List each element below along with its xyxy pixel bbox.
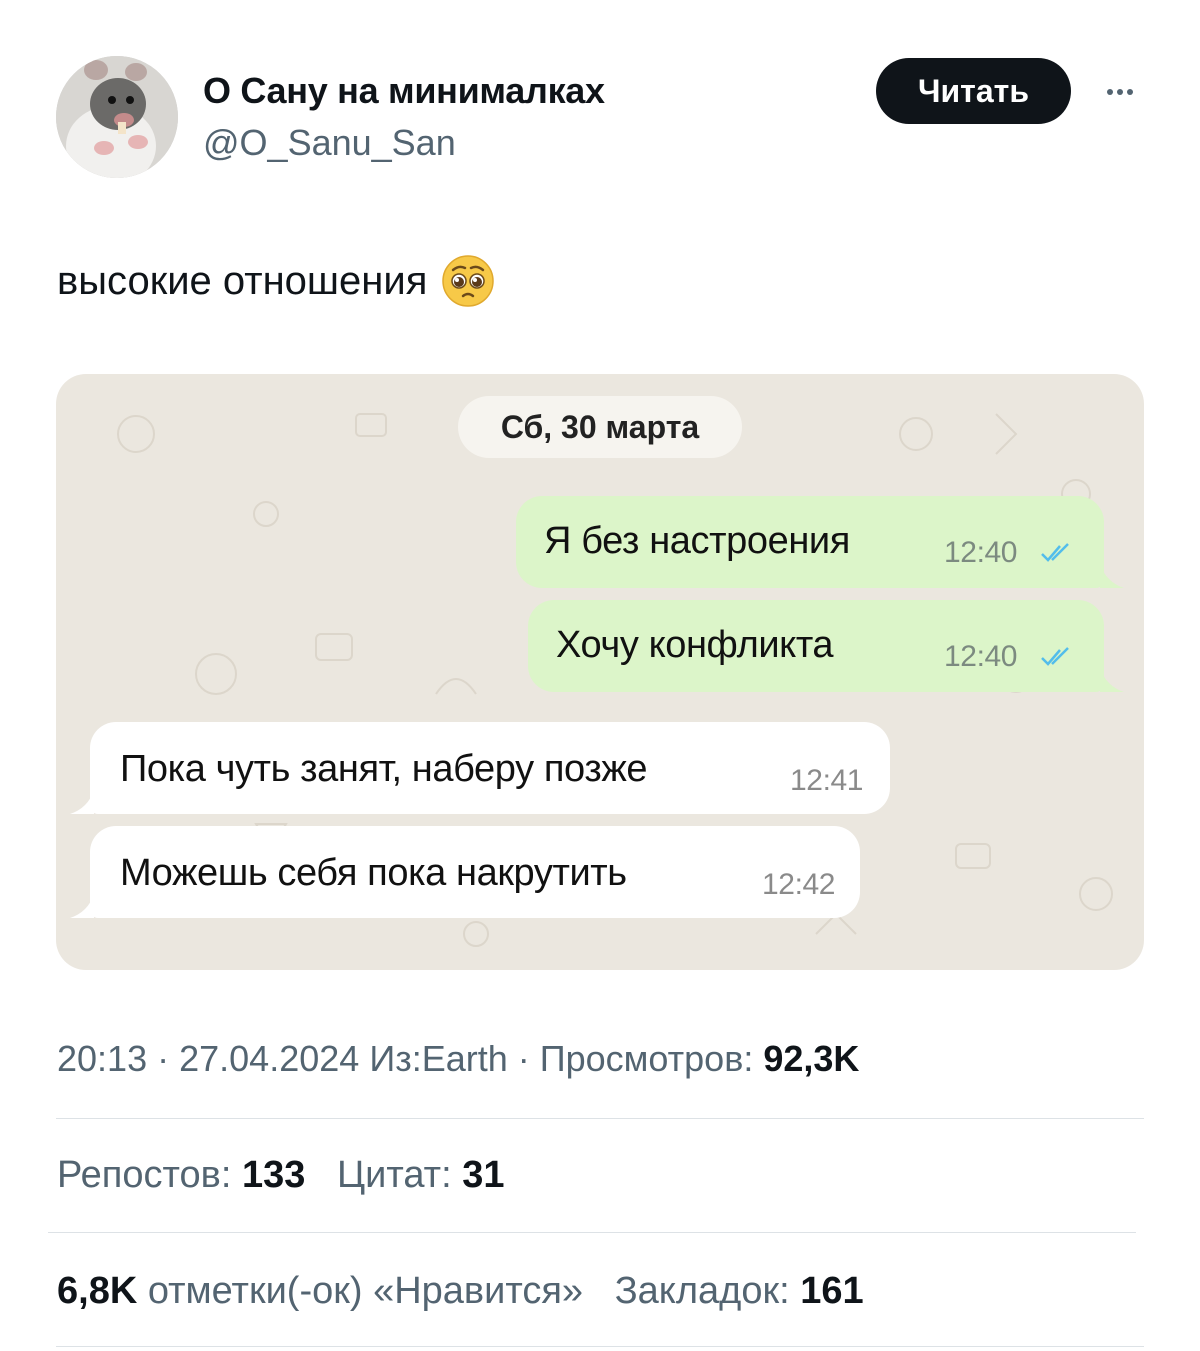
message-time: 12:40 (944, 640, 1018, 673)
bubble-tail (70, 894, 94, 918)
message-text: Хочу конфликта (556, 624, 834, 666)
pleading-face-emoji-icon (442, 255, 495, 307)
more-options-icon[interactable] (1096, 74, 1144, 110)
tweet-metadata: 20:13 · 27.04.2024 Из:Earth · Просмотров… (57, 1038, 859, 1080)
message-time: 12:40 (944, 536, 1018, 569)
reposts-value: 133 (241, 1154, 306, 1196)
dot (1127, 89, 1133, 95)
quotes-value: 31 (462, 1154, 505, 1196)
tweet-time[interactable]: 20:13 (57, 1038, 147, 1079)
likes-bookmarks-stats: 6,8K отметки(-ок) «Нравится» Закладок: 1… (57, 1270, 864, 1313)
outgoing-message: Я без настроения 12:40 (516, 496, 1104, 588)
divider (56, 1118, 1144, 1119)
divider (48, 1232, 1136, 1233)
outgoing-message: Хочу конфликта 12:40 (528, 600, 1104, 692)
likes-label: отметки(-ок) «Нравится» (147, 1270, 584, 1312)
author-avatar[interactable] (56, 56, 178, 178)
bookmarks-stat[interactable]: Закладок: 161 (615, 1270, 864, 1312)
dot (1117, 89, 1123, 95)
author-handle[interactable]: @O_Sanu_San (203, 122, 456, 164)
views-value: 92,3K (763, 1038, 860, 1079)
message-text: Я без настроения (544, 520, 850, 562)
message-text: Можешь себя пока накрутить (120, 852, 627, 894)
tweet-date[interactable]: 27.04.2024 (179, 1038, 359, 1079)
tweet-text-content: высокие отношения (57, 258, 428, 303)
bookmarks-value: 161 (800, 1270, 864, 1312)
likes-value: 6,8K (57, 1270, 138, 1312)
dot (1107, 89, 1113, 95)
chat-date-chip: Сб, 30 марта (458, 396, 742, 458)
likes-stat[interactable]: 6,8K отметки(-ок) «Нравится» (57, 1270, 594, 1312)
tweet-source: Из:Earth (369, 1038, 508, 1079)
double-check-icon (1041, 543, 1069, 562)
message-text: Пока чуть занят, наберу позже (120, 748, 648, 790)
message-time: 12:42 (762, 868, 836, 901)
bubble-tail (1100, 564, 1124, 588)
double-check-icon (1041, 647, 1069, 666)
reposts-stat[interactable]: Репостов: 133 (57, 1154, 316, 1196)
tweet-header: О Сану на минималках @O_Sanu_San Читать (0, 0, 1200, 200)
separator: · (517, 1038, 540, 1079)
tweet-text: высокие отношения (57, 254, 495, 308)
bubble-tail (70, 790, 94, 814)
follow-button[interactable]: Читать (876, 58, 1071, 124)
bubble-tail (1100, 668, 1124, 692)
divider (56, 1346, 1144, 1347)
message-time: 12:41 (790, 764, 864, 797)
quotes-label: Цитат: (337, 1154, 452, 1196)
repost-quote-stats: Репостов: 133 Цитат: 31 (57, 1154, 504, 1197)
incoming-message: Можешь себя пока накрутить 12:42 (90, 826, 860, 918)
rat-avatar-icon (56, 56, 178, 178)
separator: · (157, 1038, 180, 1079)
bookmarks-label: Закладок: (614, 1270, 790, 1312)
chat-screenshot-image[interactable]: Сб, 30 марта Я без настроения 12:40 Хочу… (56, 374, 1144, 970)
author-display-name[interactable]: О Сану на минималках (203, 70, 605, 112)
quotes-stat[interactable]: Цитат: 31 (337, 1154, 504, 1196)
views-label: Просмотров: (539, 1038, 754, 1079)
reposts-label: Репостов: (57, 1154, 232, 1196)
incoming-message: Пока чуть занят, наберу позже 12:41 (90, 722, 890, 814)
